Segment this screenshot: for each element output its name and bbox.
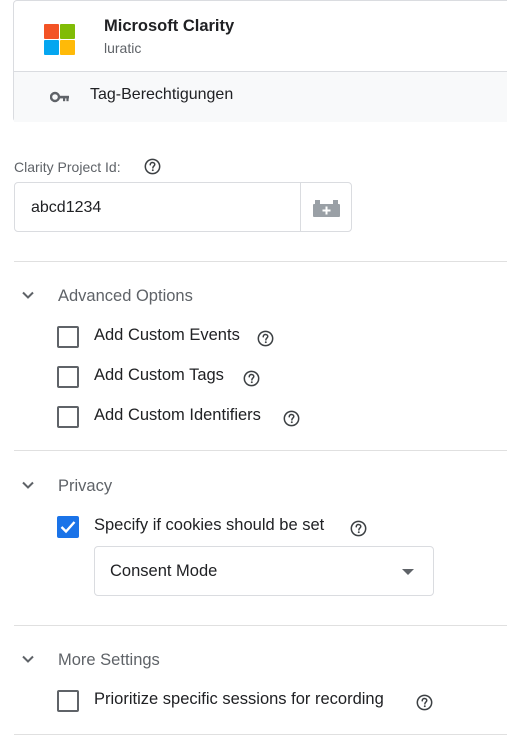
cookies-checkbox[interactable] [57,516,79,538]
chevron-down-icon[interactable] [20,477,36,493]
prioritize-sessions-label: Prioritize specific sessions for recordi… [94,690,384,708]
question-circle-icon[interactable] [257,330,274,347]
template-name: Microsoft Clarity [104,17,235,35]
consent-mode-select[interactable]: Consent Mode [94,546,434,596]
key-icon [50,91,69,103]
template-subtitle: luratic [104,40,142,56]
cookies-label: Specify if cookies should be set [94,516,325,534]
question-circle-icon[interactable] [350,520,367,537]
question-circle-icon[interactable] [283,410,300,427]
microsoft-logo-icon [44,24,75,55]
project-id-input[interactable]: abcd1234 [14,182,352,232]
project-id-label: Clarity Project Id: [14,159,121,175]
tag-config-page: Microsoft Clarity luratic Tag-Berechtigu… [0,0,507,751]
section-divider [14,625,507,626]
add-custom-tags-label: Add Custom Tags [94,366,224,384]
add-custom-identifiers-checkbox[interactable] [57,406,79,428]
consent-mode-value: Consent Mode [110,562,218,580]
add-custom-events-label: Add Custom Events [94,326,240,344]
dropdown-arrow-icon [402,569,414,575]
more-settings-title[interactable]: More Settings [58,651,160,670]
permissions-label: Tag-Berechtigungen [90,86,234,103]
advanced-options-title[interactable]: Advanced Options [58,287,193,306]
insert-variable-button[interactable] [300,183,351,231]
template-card[interactable]: Microsoft Clarity luratic [13,0,507,122]
add-custom-tags-checkbox[interactable] [57,366,79,388]
section-divider [14,261,507,262]
template-header[interactable]: Microsoft Clarity luratic [14,1,507,72]
add-custom-identifiers-label: Add Custom Identifiers [94,406,261,424]
chevron-down-icon[interactable] [20,287,36,303]
add-custom-events-checkbox[interactable] [57,326,79,348]
question-circle-icon[interactable] [416,694,433,711]
chevron-down-icon[interactable] [20,651,36,667]
project-id-value: abcd1234 [31,199,102,216]
question-circle-icon[interactable] [144,158,161,175]
section-divider [14,450,507,451]
section-divider [14,734,507,735]
checkmark-icon [60,521,76,534]
prioritize-sessions-checkbox[interactable] [57,690,79,712]
permissions-row[interactable] [14,72,507,122]
privacy-title[interactable]: Privacy [58,477,112,496]
variable-brick-icon [313,200,340,217]
question-circle-icon[interactable] [243,370,260,387]
